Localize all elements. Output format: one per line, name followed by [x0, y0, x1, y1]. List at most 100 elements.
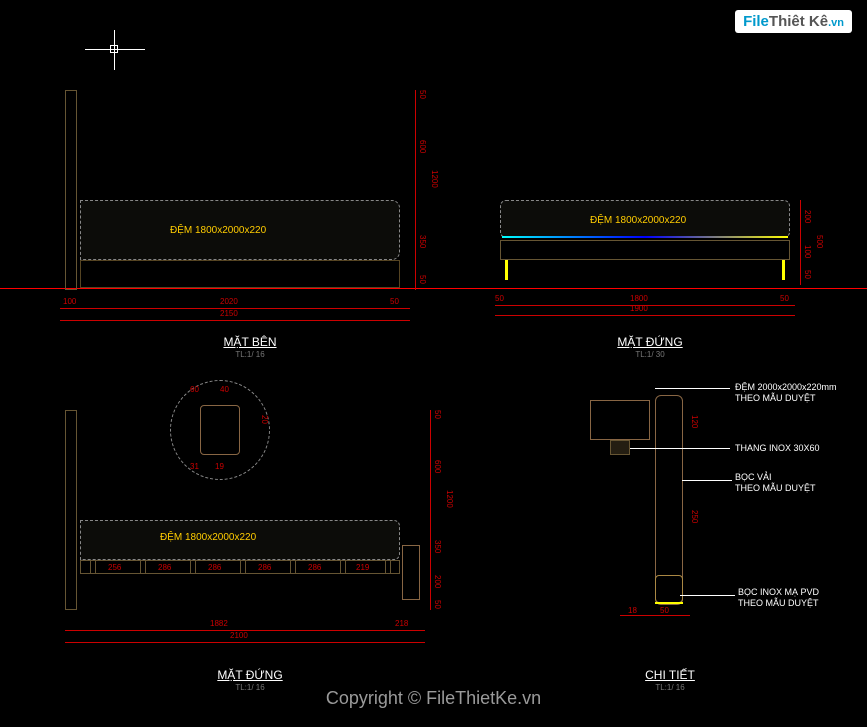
fb-dimv [430, 410, 431, 610]
front-top-edge [502, 236, 788, 238]
fb-600: 600 [433, 460, 442, 473]
dim-2020: 2020 [220, 297, 238, 306]
fb-200: 200 [433, 575, 442, 588]
ft-1800: 1800 [630, 294, 648, 303]
view-side: ĐỆM 1800x2000x220 50 600 1200 350 50 100… [60, 90, 440, 350]
detail-title: CHI TIẾT [620, 668, 720, 682]
dim-h-side2 [60, 320, 410, 321]
front-top-frame [500, 240, 790, 260]
side-mattress-label: ĐỆM 1800x2000x220 [170, 225, 266, 236]
side-scale: TL:1/ 16 [200, 350, 300, 359]
sd-256: 256 [108, 563, 121, 572]
view-front-bottom: 60 40 20 31 19 ĐỆM 1800x2000x220 256 286… [60, 380, 460, 680]
detail-mattress-section [590, 400, 650, 440]
det-120: 120 [690, 415, 699, 428]
detail-scale: TL:1/ 16 [620, 683, 720, 692]
ft-500: 500 [815, 235, 824, 248]
side-headboard [65, 90, 77, 290]
fb-dimh2 [65, 642, 425, 643]
logo-vn: .vn [828, 17, 844, 29]
crosshair-pickbox [110, 45, 118, 53]
fb-1882: 1882 [210, 619, 228, 628]
fb-350: 350 [433, 540, 442, 553]
leader-fabric [682, 480, 732, 481]
ft-50r: 50 [780, 294, 789, 303]
logo-watermark: FileThiêt Kê.vn [735, 10, 852, 33]
fb-50b: 50 [433, 600, 442, 609]
front-top-scale: TL:1/ 30 [600, 350, 700, 359]
front-top-mattress-label: ĐỆM 1800x2000x220 [590, 215, 686, 226]
dim-100: 100 [63, 297, 76, 306]
slat-5 [290, 560, 296, 574]
fb-2100: 2100 [230, 631, 248, 640]
fb-headboard [65, 410, 77, 610]
dc-20: 20 [260, 415, 269, 424]
logo-thietke: Thiêt Kê [769, 13, 828, 30]
view-front-top: ĐỆM 1800x2000x220 200 100 50 500 50 1800… [490, 200, 830, 350]
fb-1200: 1200 [445, 490, 454, 508]
front-bottom-scale: TL:1/ 16 [200, 683, 300, 692]
side-frame [80, 260, 400, 288]
fb-mattress-label: ĐỆM 1800x2000x220 [160, 532, 256, 543]
dc-60: 60 [190, 385, 199, 394]
slat-3 [190, 560, 196, 574]
view-detail: ĐỆM 2000x2000x220mm THEO MẪU DUYỆT THANG… [560, 380, 860, 680]
dc-31: 31 [190, 462, 199, 471]
slat-7 [385, 560, 391, 574]
dim-v-ft [800, 200, 801, 285]
dim-1200: 1200 [430, 170, 439, 188]
leader-mattress [655, 388, 730, 389]
anno-mattress-l1: ĐỆM 2000x2000x220mm THEO MẪU DUYỆT [735, 382, 837, 403]
anno-fabric: BỌC VẢI THEO MẪU DUYỆT [735, 472, 816, 494]
det-250: 250 [690, 510, 699, 523]
anno-pvd: BỌC INOX MẠ PVD THEO MẪU DUYỆT [738, 587, 819, 609]
slat-1 [90, 560, 96, 574]
ft-50: 50 [803, 270, 812, 279]
ft-50l: 50 [495, 294, 504, 303]
front-top-leg-r [782, 260, 785, 280]
fb-footboard [402, 545, 420, 600]
sd-286c: 286 [258, 563, 271, 572]
sd-286a: 286 [158, 563, 171, 572]
sd-219: 219 [356, 563, 369, 572]
logo-file: File [743, 13, 769, 30]
dim-h-ft2 [495, 315, 795, 316]
fb-50t: 50 [433, 410, 442, 419]
side-title: MẶT BÊN [200, 335, 300, 349]
anno-mattress: ĐỆM 2000x2000x220mm THEO MẪU DUYỆT [735, 382, 837, 404]
dim-2150: 2150 [220, 309, 238, 318]
dim-50r: 50 [390, 297, 399, 306]
dim-350: 350 [418, 235, 427, 248]
leader-pvd [680, 595, 735, 596]
det-18: 18 [628, 606, 637, 615]
copyright-watermark: Copyright © FileThietKe.vn [326, 688, 541, 709]
dim-v-side [415, 90, 416, 290]
ft-200: 200 [803, 210, 812, 223]
detail-vertical-piece [655, 395, 683, 605]
dim-600: 600 [418, 140, 427, 153]
front-bottom-title: MẶT ĐỨNG [200, 668, 300, 682]
dc-19: 19 [215, 462, 224, 471]
det-dimh [620, 615, 690, 616]
dim-50-top: 50 [418, 90, 427, 99]
sd-286b: 286 [208, 563, 221, 572]
ft-100: 100 [803, 245, 812, 258]
slat-6 [340, 560, 346, 574]
fb-218: 218 [395, 619, 408, 628]
anno-pvd-txt: BỌC INOX MẠ PVD THEO MẪU DUYỆT [738, 587, 819, 608]
detail-inox-bar [610, 440, 630, 455]
front-top-leg-l [505, 260, 508, 280]
slat-4 [240, 560, 246, 574]
dc-40: 40 [220, 385, 229, 394]
anno-inox: THANG INOX 30X60 [735, 443, 820, 453]
front-top-title: MẶT ĐỨNG [600, 335, 700, 349]
dc-headboard-piece [200, 405, 240, 455]
leader-inox [630, 448, 730, 449]
slat-2 [140, 560, 146, 574]
dim-50b: 50 [418, 275, 427, 284]
detail-pvd-trim [655, 602, 683, 604]
sd-286d: 286 [308, 563, 321, 572]
det-50: 50 [660, 606, 669, 615]
cad-crosshair-cursor [100, 35, 130, 65]
detail-bottom-cap [655, 575, 683, 603]
